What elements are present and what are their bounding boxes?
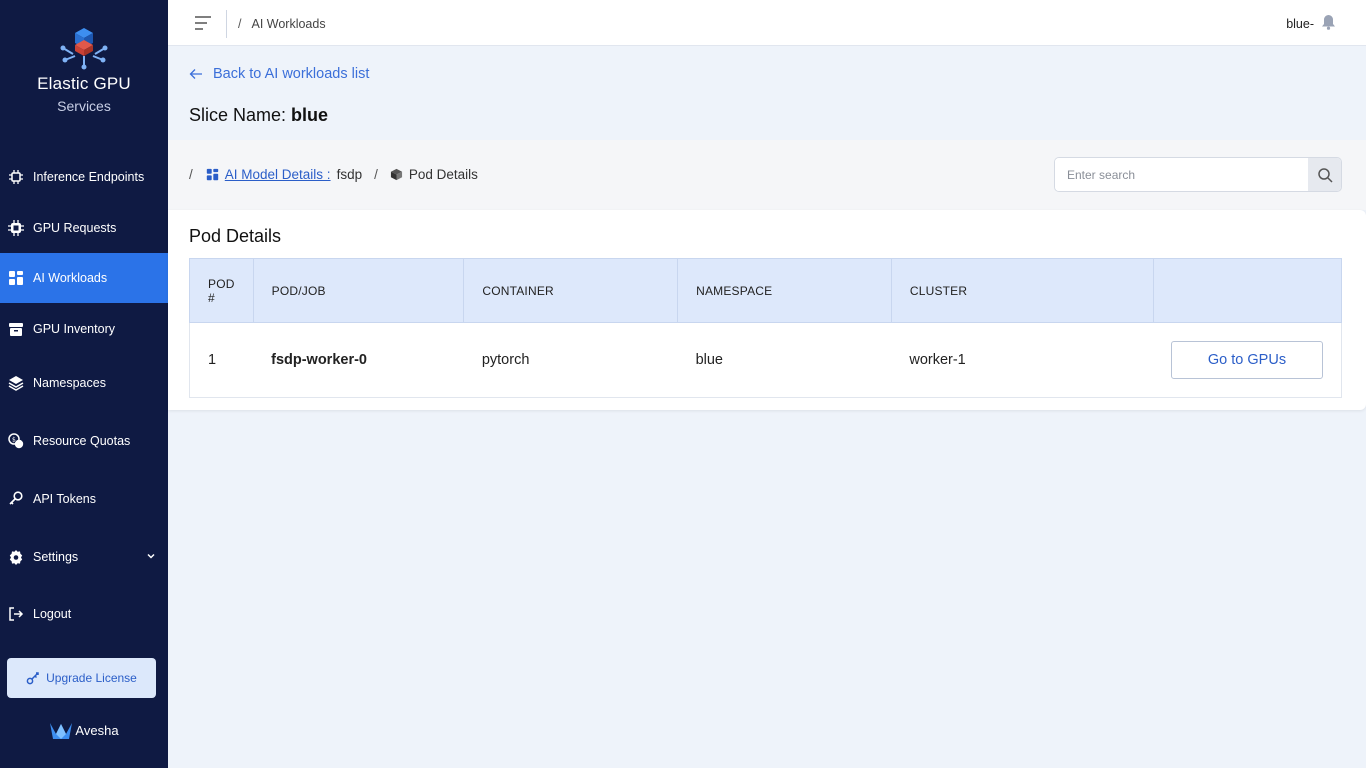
svg-text:$: $ (12, 437, 16, 444)
column-header-cluster: CLUSTER (890, 258, 1154, 323)
model-name: fsdp (336, 167, 363, 182)
cell-container: pytorch (463, 322, 678, 398)
elastic-gpu-logo-icon (60, 28, 108, 70)
dashboard-icon (206, 168, 218, 181)
key-icon (26, 672, 39, 685)
ai-model-details-link[interactable]: AI Model Details : (206, 167, 331, 182)
avesha-wordmark: Avesha (75, 722, 119, 738)
sidebar-item-inference-endpoints[interactable]: Inference Endpoints (0, 152, 168, 202)
sidebar-item-namespaces[interactable]: Namespaces (0, 358, 168, 408)
sidebar-item-label: Inference Endpoints (33, 170, 145, 184)
column-header-pod: POD # (189, 258, 254, 323)
slice-name: blue (291, 105, 329, 125)
bell-icon[interactable] (1321, 14, 1336, 30)
back-link[interactable]: Back to AI workloads list (189, 66, 369, 82)
inventory-icon (8, 321, 24, 337)
sidebar-item-label: Namespaces (33, 376, 106, 390)
sidebar-item-gpu-inventory[interactable]: GPU Inventory (0, 304, 168, 354)
page-title: Slice Name: blue (189, 105, 328, 126)
sidebar-item-label: Logout (33, 607, 72, 621)
top-bar: / AI Workloads blue- (168, 0, 1366, 46)
breadcrumb: / AI Workloads (238, 17, 326, 31)
column-header-action (1152, 258, 1342, 323)
brand-subtitle: Services (57, 98, 111, 114)
sidebar-item-label: Settings (33, 550, 79, 564)
sidebar-item-label: GPU Inventory (33, 322, 115, 336)
sidebar-item-label: API Tokens (33, 492, 97, 506)
search-box (1054, 157, 1342, 192)
cell-pod-number: 1 (189, 322, 254, 398)
sidebar-item-logout[interactable]: Logout (0, 589, 168, 639)
cell-namespace: blue (677, 322, 892, 398)
search-icon (1317, 167, 1333, 183)
sidebar-item-label: AI Workloads (33, 271, 108, 285)
breadcrumb-current: AI Workloads (251, 17, 326, 31)
sidebar: Elastic GPU Services Inference Endpoints… (0, 0, 168, 768)
sidebar-item-resource-quotas[interactable]: $ Resource Quotas (0, 416, 168, 466)
sidebar-item-label: GPU Requests (33, 221, 117, 235)
sidebar-item-ai-workloads[interactable]: AI Workloads (0, 253, 168, 303)
table-row: 1 fsdp-worker-0 pytorch blue worker-1 Go… (189, 322, 1342, 398)
upgrade-license-button[interactable]: Upgrade License (7, 658, 156, 698)
breadcrumb-current: Pod Details (408, 167, 478, 182)
pod-details-card: Pod Details POD # POD/JOB CONTAINER NAME… (168, 210, 1366, 410)
search-input[interactable] (1055, 158, 1309, 191)
breadcrumb: / AI Model Details : fsdp / Pod Details (189, 167, 478, 182)
cube-icon (390, 168, 402, 181)
brand: Elastic GPU Services (0, 26, 168, 114)
table-header-row: POD # POD/JOB CONTAINER NAMESPACE CLUSTE… (189, 258, 1342, 323)
brand-title: Elastic GPU (37, 74, 131, 93)
cell-action: Go to GPUs (1153, 322, 1342, 398)
sidebar-item-api-tokens[interactable]: API Tokens (0, 474, 168, 524)
dashboard-icon (8, 270, 24, 286)
column-header-pod-job: POD/JOB (252, 258, 465, 323)
ai-model-details-label: AI Model Details : (224, 167, 331, 182)
column-header-container: CONTAINER (463, 258, 679, 323)
gear-icon (8, 549, 24, 565)
key-icon (8, 491, 24, 507)
divider (226, 10, 227, 38)
cell-cluster: worker-1 (891, 322, 1153, 398)
logout-icon (8, 606, 24, 622)
arrow-left-icon (189, 69, 202, 79)
chevron-down-icon (147, 553, 155, 559)
go-to-gpus-button[interactable]: Go to GPUs (1171, 341, 1323, 379)
slice-label: Slice Name: (189, 105, 287, 125)
avesha-crown-icon (50, 723, 73, 739)
gpu-chip-icon (8, 220, 24, 236)
upgrade-license-label: Upgrade License (46, 671, 137, 685)
search-button[interactable] (1308, 158, 1341, 191)
back-link-label: Back to AI workloads list (213, 66, 370, 82)
chip-icon (8, 169, 24, 185)
user-name[interactable]: blue- (1286, 17, 1314, 31)
cell-pod-job: fsdp-worker-0 (253, 322, 464, 398)
column-header-namespace: NAMESPACE (677, 258, 892, 323)
breadcrumb-bar: / AI Model Details : fsdp / Pod Details (168, 140, 1366, 210)
card-title: Pod Details (189, 226, 282, 246)
layers-icon (8, 375, 24, 391)
sidebar-item-settings[interactable]: Settings (0, 532, 168, 582)
avesha-logo: Avesha (0, 720, 168, 740)
pod-table: POD # POD/JOB CONTAINER NAMESPACE CLUSTE… (189, 258, 1342, 398)
sidebar-item-label: Resource Quotas (33, 434, 131, 448)
sidebar-item-gpu-requests[interactable]: GPU Requests (0, 203, 168, 253)
menu-icon[interactable] (194, 15, 212, 31)
coins-icon: $ (8, 433, 24, 449)
